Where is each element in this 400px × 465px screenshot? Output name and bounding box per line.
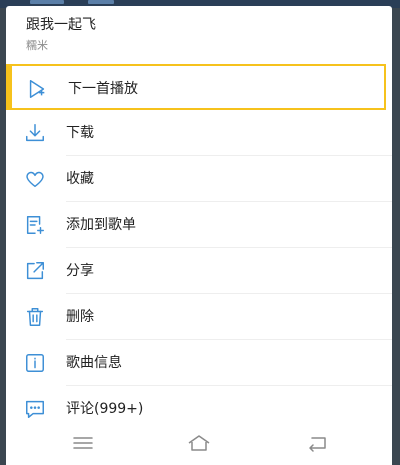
info-icon (24, 352, 46, 374)
song-title: 跟我一起飞 (26, 17, 96, 33)
song-artist: 糯米 (26, 39, 48, 52)
menu-item-share[interactable]: 分享 (6, 248, 392, 294)
menu-item-song-info[interactable]: 歌曲信息 (6, 340, 392, 386)
background-tab-1 (30, 0, 64, 4)
trash-icon (24, 306, 46, 328)
background-tab-2 (88, 0, 114, 4)
menu-item-play-next[interactable]: 下一首播放 (6, 64, 386, 110)
song-header: 跟我一起飞 糯米 (6, 6, 392, 62)
menu-item-delete[interactable]: 删除 (6, 294, 392, 340)
menu-item-label: 歌曲信息 (66, 355, 122, 371)
back-icon[interactable] (304, 431, 330, 455)
menu-icon[interactable] (70, 431, 96, 455)
share-icon (24, 260, 46, 282)
menu-item-label: 下一首播放 (68, 81, 138, 97)
system-nav-bar (6, 421, 392, 465)
menu-item-label: 评论(999+) (66, 401, 144, 417)
heart-icon (24, 168, 46, 190)
song-options-sheet: 跟我一起飞 糯米 下一首播放 下载 收藏 添加到歌单 分享 删除 歌曲信息 评论… (6, 6, 392, 465)
home-icon[interactable] (186, 431, 212, 455)
menu-item-label: 分享 (66, 263, 94, 279)
menu-item-download[interactable]: 下载 (6, 110, 392, 156)
menu-item-label: 删除 (66, 309, 94, 325)
menu-item-add-to-playlist[interactable]: 添加到歌单 (6, 202, 392, 248)
comment-icon (24, 398, 46, 420)
download-icon (24, 122, 46, 144)
menu-item-favorite[interactable]: 收藏 (6, 156, 392, 202)
highlight-bar (6, 64, 12, 110)
menu-item-label: 添加到歌单 (66, 217, 136, 233)
options-menu: 下一首播放 下载 收藏 添加到歌单 分享 删除 歌曲信息 评论(999+) (6, 64, 392, 432)
add-to-playlist-icon (24, 214, 46, 236)
play-next-icon (26, 78, 48, 100)
menu-item-label: 下载 (66, 125, 94, 141)
menu-item-label: 收藏 (66, 171, 94, 187)
